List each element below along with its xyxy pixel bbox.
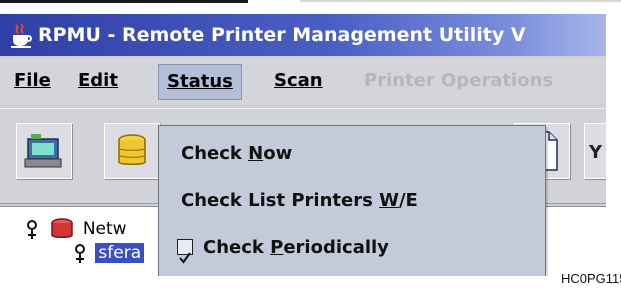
menu-item-check-periodically-mnemonic: P xyxy=(270,237,284,258)
window-title: RPMU - Remote Printer Management Utility… xyxy=(38,24,526,46)
check-periodically-checkbox[interactable] xyxy=(177,239,193,264)
toolbar-button-database[interactable] xyxy=(104,123,160,179)
menu-item-check-now-mnemonic: N xyxy=(248,143,264,164)
menu-item-check-periodically-suffix: eriodically xyxy=(283,237,389,258)
app-window: RPMU - Remote Printer Management Utility… xyxy=(0,14,606,276)
tree-row-network[interactable]: Netw xyxy=(26,217,127,241)
menu-item-check-now-suffix: ow xyxy=(263,143,293,164)
menu-status-mnemonic: Status xyxy=(167,71,233,92)
top-border-light xyxy=(300,0,621,2)
toolbar-button-network[interactable] xyxy=(16,123,72,179)
menu-edit[interactable]: Edit xyxy=(70,64,126,98)
tree-label-sfera: sfera xyxy=(95,243,145,263)
toolbar-button-partial[interactable]: Y xyxy=(584,123,606,179)
menu-item-check-periodically-label: Check Periodically xyxy=(203,228,389,268)
menu-printer-operations[interactable]: Printer Operations xyxy=(356,64,561,98)
menu-item-check-now-prefix: Check xyxy=(181,143,249,164)
menu-item-check-periodically-prefix: Check xyxy=(203,237,271,258)
menu-item-check-list-printers-mnemonic: W xyxy=(379,190,399,211)
menu-scan-mnemonic: Scan xyxy=(274,70,323,91)
menu-item-check-now-label: Check Now xyxy=(181,134,292,174)
svg-text:Y: Y xyxy=(588,142,603,163)
tree-node-handle-icon xyxy=(75,244,85,263)
menu-status[interactable]: Status xyxy=(158,64,242,100)
network-printer-icon xyxy=(24,134,62,168)
menu-item-check-list-printers-label: Check List Printers W/E xyxy=(181,181,418,221)
menu-item-check-now[interactable]: Check Now xyxy=(159,134,545,174)
menu-file[interactable]: File xyxy=(6,64,59,98)
database-icon xyxy=(51,218,74,238)
checkmark-icon xyxy=(179,252,191,264)
title-bar[interactable]: RPMU - Remote Printer Management Utility… xyxy=(0,14,606,56)
menu-scan[interactable]: Scan xyxy=(266,64,331,98)
top-border xyxy=(0,0,621,4)
menu-file-mnemonic: File xyxy=(14,70,51,91)
tree-expand-handle-icon[interactable] xyxy=(26,217,42,241)
database-stack-icon xyxy=(118,134,146,165)
menu-printer-operations-label: Printer Operations xyxy=(364,70,554,91)
tree-row-sfera[interactable]: sfera xyxy=(74,241,145,265)
partial-button-icon: Y xyxy=(588,142,603,163)
tree-label-network: Netw xyxy=(82,219,127,239)
java-cup-icon xyxy=(11,23,32,48)
menu-item-check-list-printers-prefix: Check List Printers xyxy=(181,190,380,211)
menu-bar: File Edit Status Scan Printer Operations xyxy=(0,58,606,104)
menu-item-check-periodically[interactable]: Check Periodically xyxy=(159,228,545,268)
status-dropdown-menu: Check Now Check List Printers W/E Check … xyxy=(158,125,546,276)
menu-item-check-list-printers-suffix: /E xyxy=(398,190,418,211)
top-border-dark xyxy=(0,0,248,3)
menu-item-check-list-printers[interactable]: Check List Printers W/E xyxy=(159,181,545,221)
menu-edit-mnemonic: Edit xyxy=(78,70,118,91)
figure-caption: HC0PG115 xyxy=(561,271,621,286)
